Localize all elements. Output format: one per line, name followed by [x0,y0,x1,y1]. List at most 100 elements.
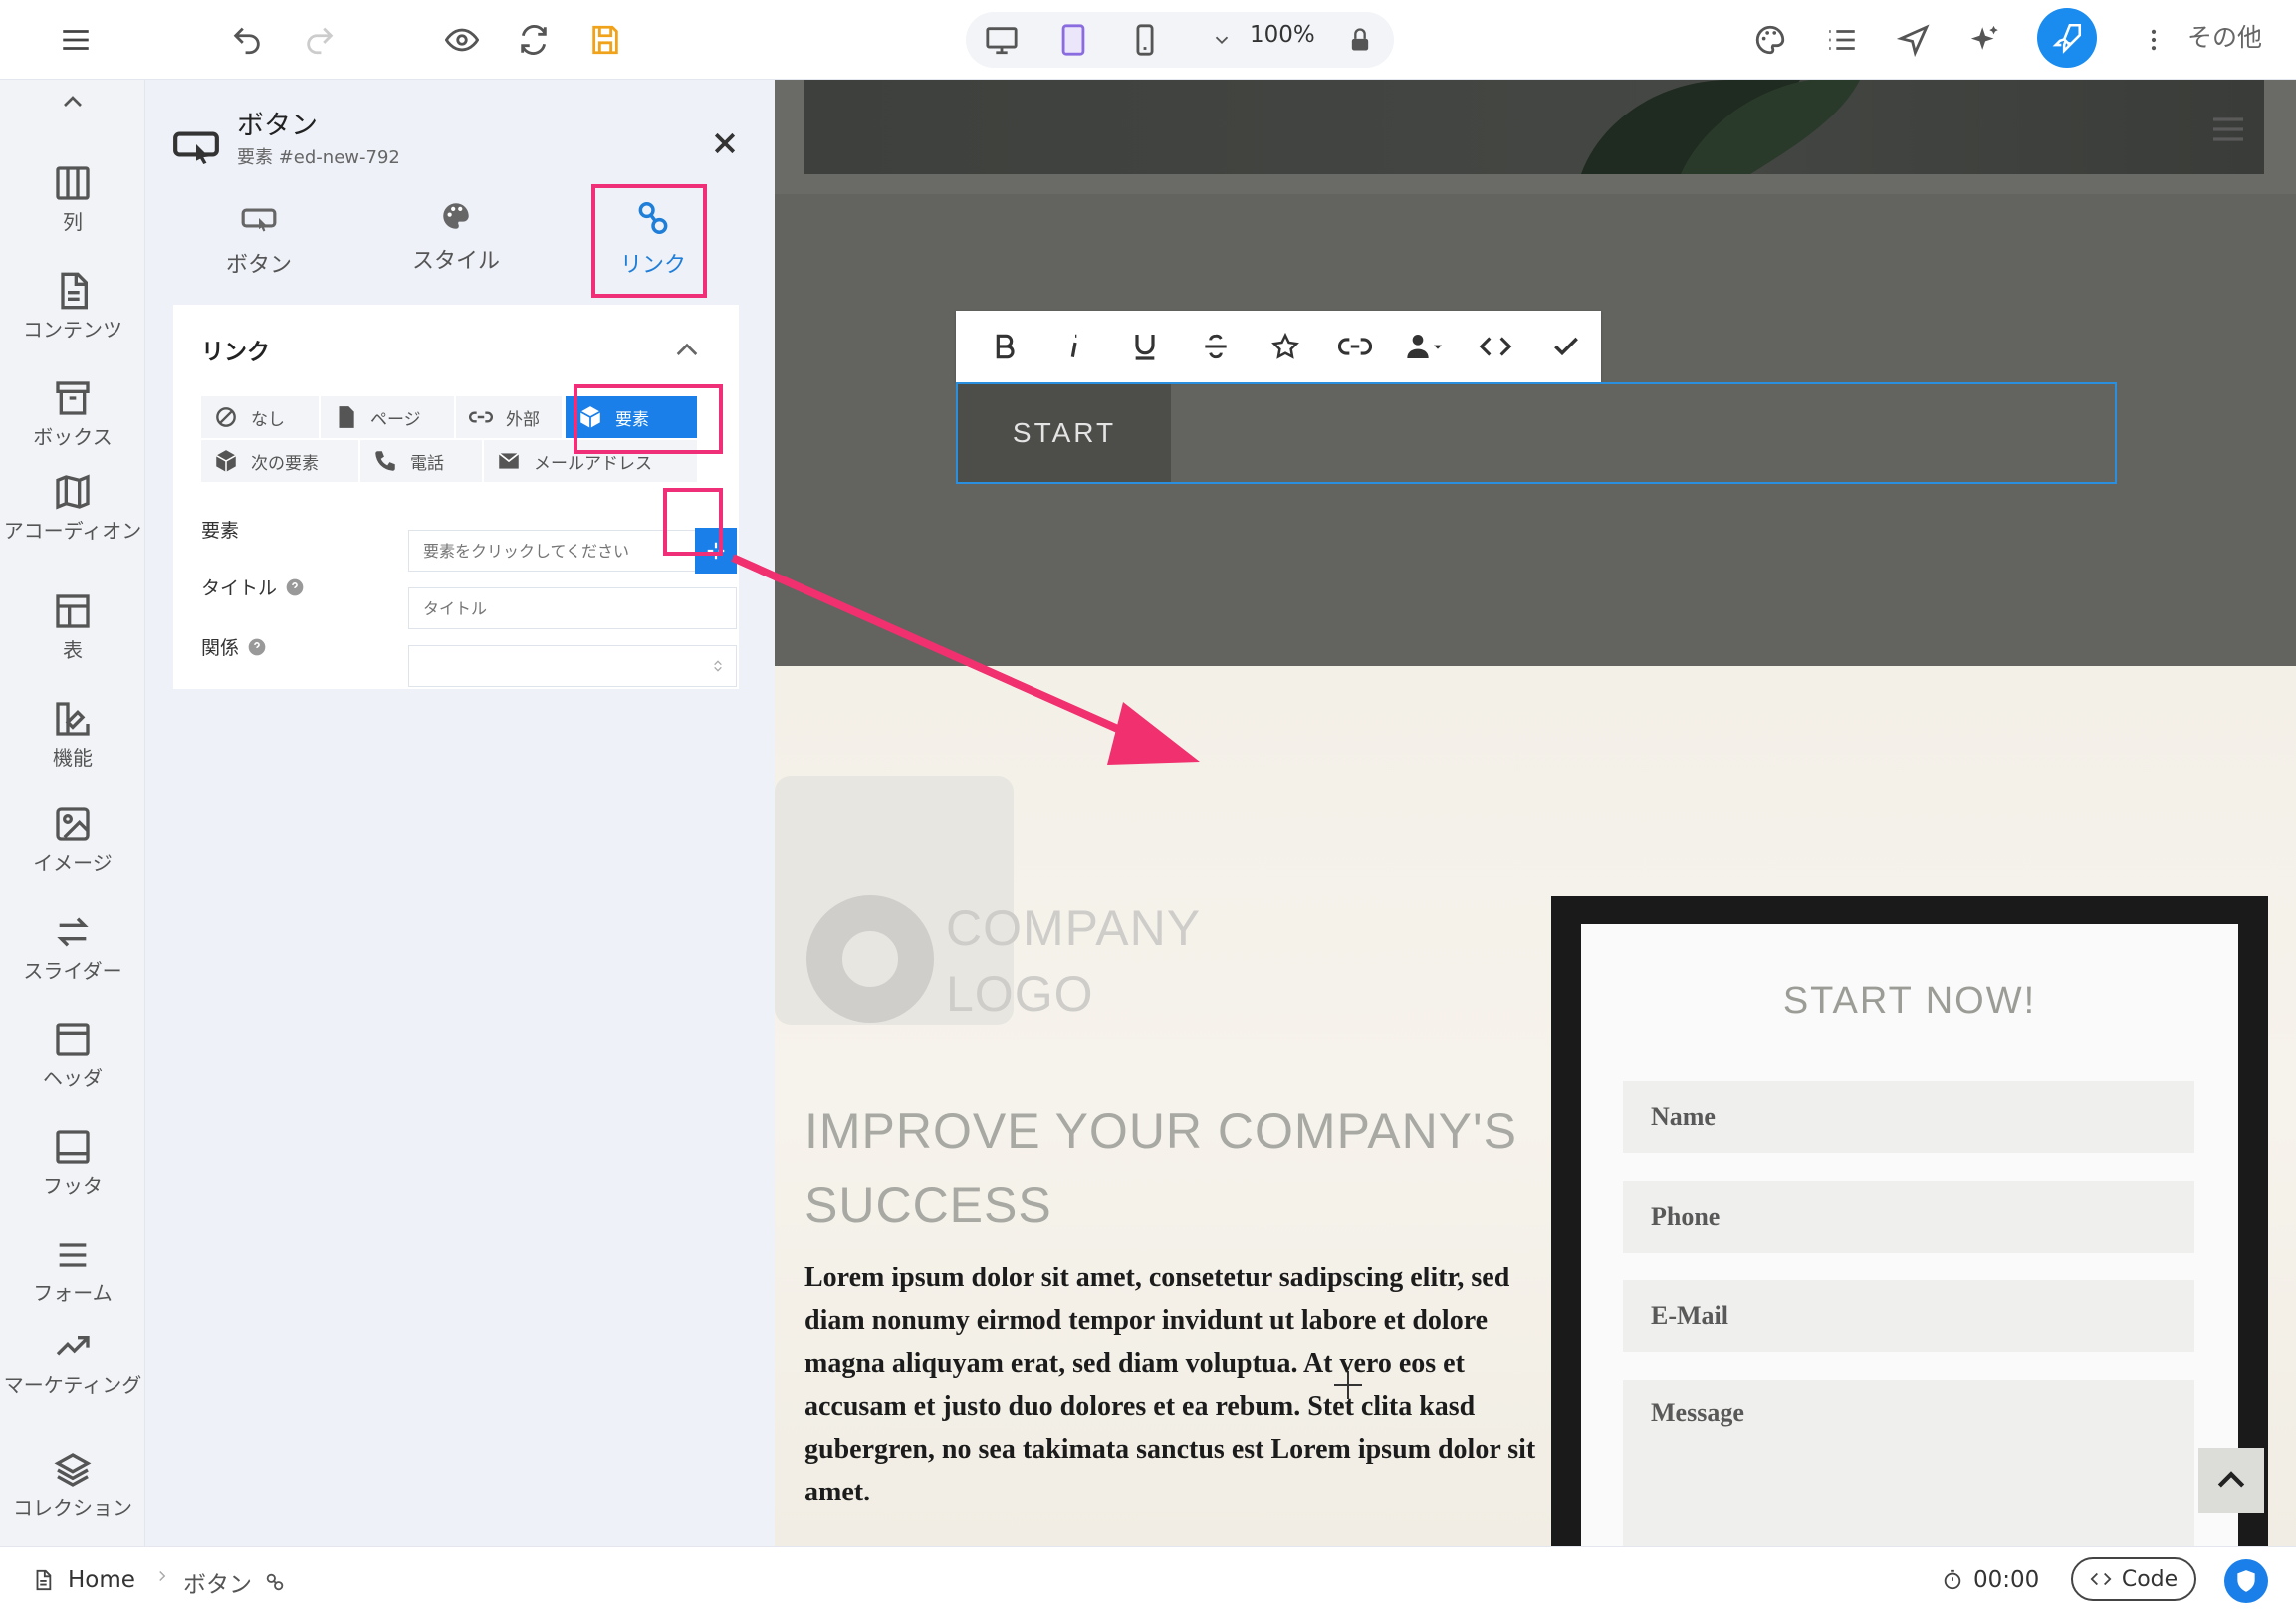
tab-button[interactable]: ボタン [179,199,339,279]
more-label[interactable]: その他 [2187,18,2262,54]
message-field[interactable] [1623,1380,2194,1546]
link-type-element[interactable]: 要素 [566,396,699,438]
section-headline[interactable]: IMPROVE YOUR COMPANY'S SUCCESS [804,1094,1521,1242]
desktop-icon[interactable] [976,14,1028,66]
strikethrough-button[interactable] [1180,317,1250,376]
form-icon [59,1243,87,1267]
person-dropdown-button[interactable] [1391,317,1461,376]
link-type-external[interactable]: 外部 [456,396,564,438]
site-menu-icon[interactable] [2208,110,2248,149]
link-type-phone[interactable]: 電話 [360,440,484,482]
rail-item-accordion[interactable]: アコーディオン [0,472,145,545]
element-input[interactable] [408,530,697,572]
start-button[interactable]: START [958,384,1171,482]
link-type-none[interactable]: なし [201,396,321,438]
shield-icon [2237,1570,2255,1592]
security-shield-button[interactable] [2224,1559,2268,1603]
tab-style[interactable]: スタイル [376,199,536,275]
help-icon[interactable] [247,637,267,657]
section-body-text[interactable]: Lorem ipsum dolor sit amet, consetetur s… [804,1257,1541,1513]
title-input[interactable] [408,587,737,629]
chain-link-icon [1338,338,1373,355]
preview-eye-icon[interactable] [436,14,488,66]
rail-item-marketing[interactable]: マーケティング [0,1326,145,1399]
rail-item-columns[interactable]: 列 [0,163,145,236]
code-view-button[interactable]: Code [2071,1557,2196,1601]
rail-item-header[interactable]: ヘッダ [0,1020,145,1092]
zoom-level[interactable]: 100% [1250,22,1315,48]
redo-icon[interactable] [294,14,345,66]
link-type-page[interactable]: ページ [321,396,456,438]
tablet-icon[interactable] [1047,14,1099,66]
hero-image[interactable] [804,80,2264,174]
contact-form: START NOW! [1581,924,2238,1546]
close-panel-button[interactable] [705,123,745,163]
phone-field[interactable] [1623,1181,2194,1253]
element-picker-button[interactable] [695,528,737,574]
phone-icon [375,451,395,471]
email-field[interactable] [1623,1280,2194,1352]
ai-sparkle-icon[interactable] [1959,14,2011,66]
rail-item-label: アコーディオン [3,519,142,543]
link-type-email[interactable]: メールアドレス [484,440,699,482]
rail-item-label: フォーム [33,1281,113,1305]
panel-subtitle: 要素 #ed-new-792 [237,147,400,168]
timer[interactable]: 00:00 [1942,1567,2039,1593]
rail-item-footer[interactable]: フッタ [0,1127,145,1200]
link-type-next-element[interactable]: 次の要素 [201,440,360,482]
confirm-button[interactable] [1531,317,1601,376]
scroll-to-top-button[interactable] [2198,1448,2264,1513]
rail-item-image[interactable]: イメージ [0,805,145,877]
refresh-icon[interactable] [508,14,560,66]
tab-label: リンク [619,253,686,278]
name-field[interactable] [1623,1081,2194,1153]
mobile-icon[interactable] [1119,14,1171,66]
help-icon[interactable] [285,577,305,597]
rail-item-collection[interactable]: コレクション [0,1450,145,1522]
page-canvas[interactable]: START COMPANY LOGO IMPROVE YOUR COMPANY'… [775,80,2296,1546]
undo-icon[interactable] [221,14,273,66]
underline-button[interactable] [1110,317,1180,376]
rail-item-label: コレクション [13,1497,132,1520]
link-icon [638,202,668,234]
layers-icon [54,1453,92,1487]
collapse-button[interactable] [671,335,711,364]
rel-select[interactable] [408,645,737,687]
status-bar: Home ボタン 00:00 Code [0,1546,2296,1613]
rail-item-features[interactable]: 機能 [0,699,145,772]
rail-scroll-up[interactable] [0,86,145,117]
contact-form-box[interactable]: START NOW! [1551,896,2268,1546]
rail-item-slider[interactable]: スライダー [0,912,145,985]
italic-button[interactable] [1039,317,1109,376]
top-toolbar: 100% その他 [0,0,2296,80]
code-button[interactable] [1461,317,1530,376]
rail-item-form[interactable]: フォーム [0,1235,145,1307]
code-view-label: Code [2121,1566,2179,1592]
chevron-up-icon [64,96,82,107]
zoom-chevron-down-icon[interactable] [1197,14,1247,66]
hamburger-menu-icon[interactable] [50,14,102,66]
rich-text-toolbar [956,311,1601,382]
link-button[interactable] [1320,317,1390,376]
palette-icon[interactable] [1744,14,1796,66]
rocket-icon [2052,23,2082,54]
cube-icon [579,406,601,428]
publish-rocket-button[interactable] [2037,8,2097,68]
breadcrumb-home-label: Home [68,1567,135,1593]
lock-icon[interactable] [1334,14,1386,66]
save-icon[interactable] [579,14,631,66]
breadcrumb-current[interactable]: ボタン [183,1565,286,1599]
navigation-icon[interactable] [1888,14,1940,66]
breadcrumb-home[interactable]: Home [32,1567,135,1593]
more-vertical-icon[interactable] [2129,14,2179,66]
tab-link[interactable]: リンク [574,199,733,279]
list-icon[interactable] [1816,14,1868,66]
chain-link-icon [468,411,494,423]
rail-item-content[interactable]: コンテンツ [0,271,145,344]
rail-item-box[interactable]: ボックス [0,378,145,451]
star-button[interactable] [1251,317,1320,376]
rel-field-label: 関係 [201,637,240,659]
bold-button[interactable] [970,317,1039,376]
rail-item-table[interactable]: 表 [0,591,145,664]
ban-icon [216,407,236,427]
